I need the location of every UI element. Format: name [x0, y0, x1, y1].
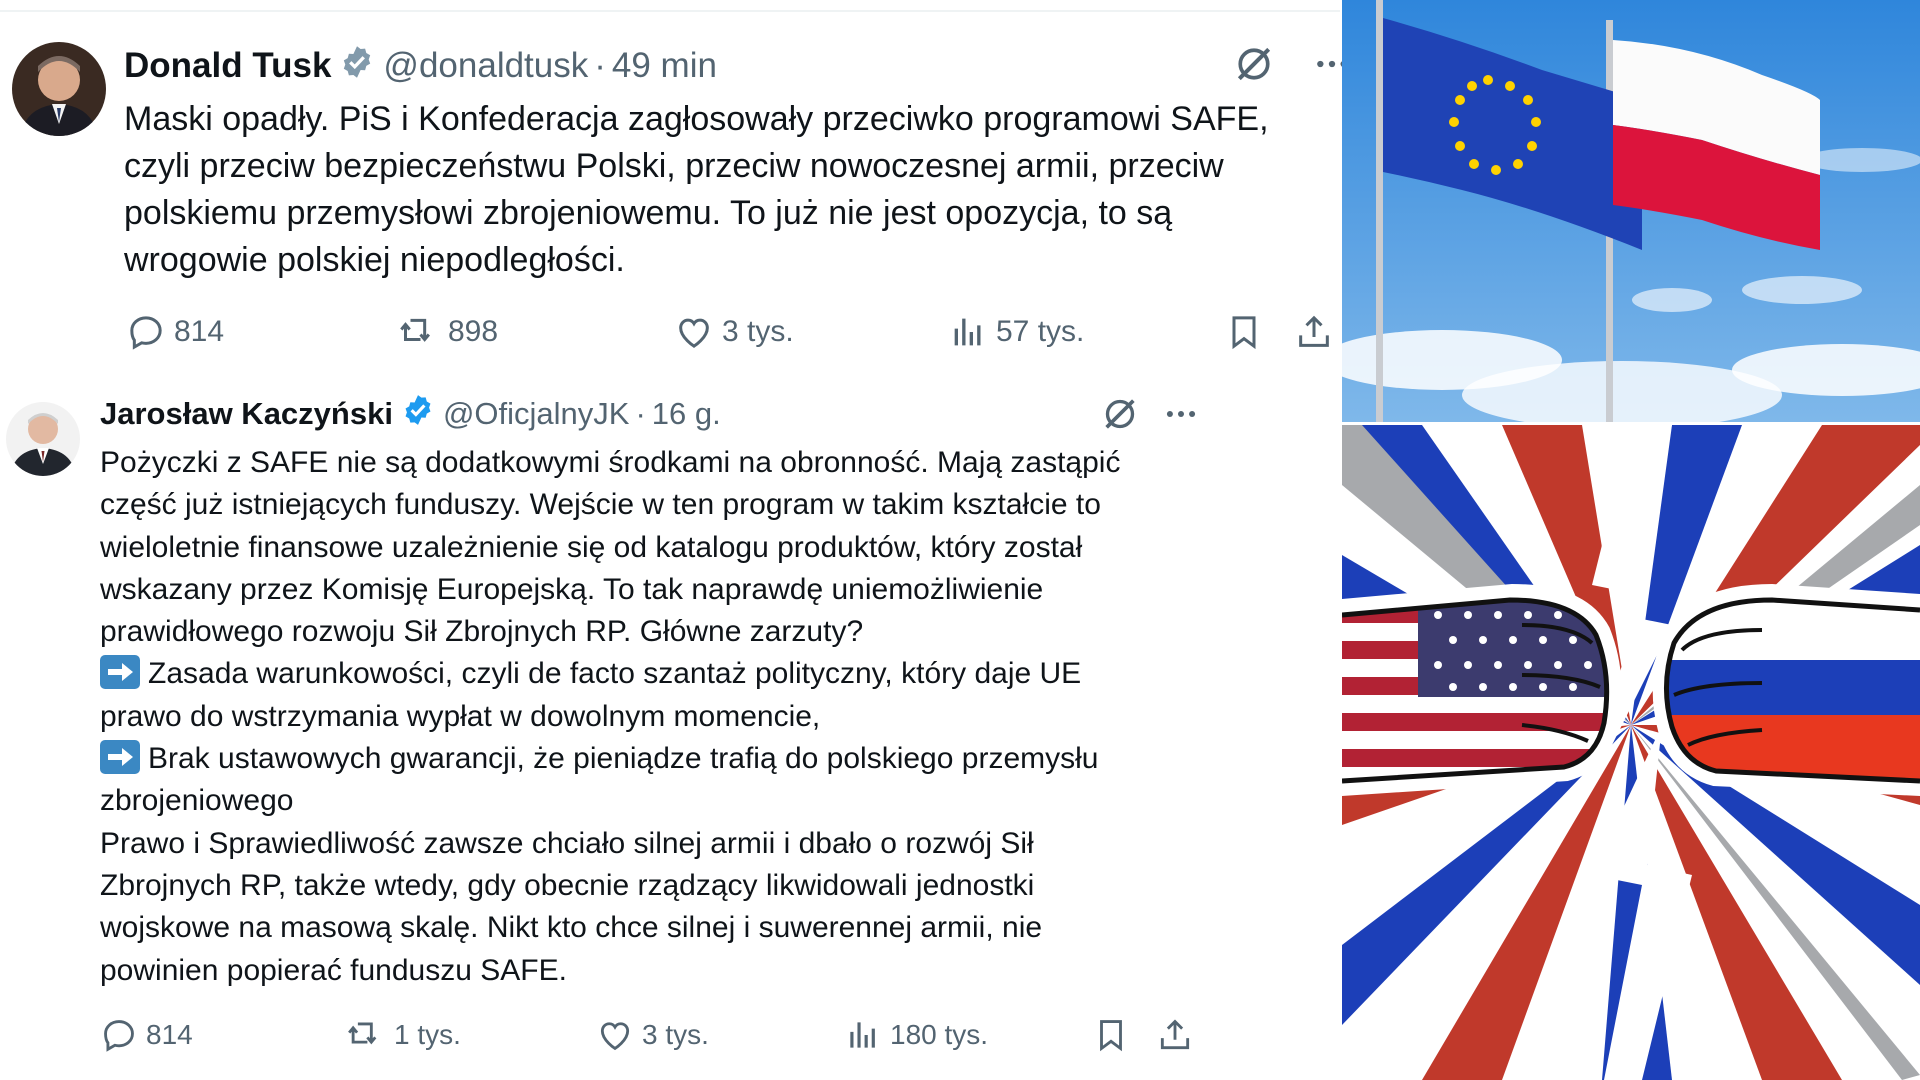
bookmark-button[interactable] — [1092, 1016, 1130, 1054]
like-icon — [679, 318, 709, 348]
grok-icon[interactable] — [1100, 394, 1140, 439]
tweet-time[interactable]: 16 g. — [652, 396, 721, 432]
more-icon[interactable] — [1162, 395, 1200, 438]
text-line: wojskowe na masową skalę. Nikt kto chce … — [100, 911, 1043, 945]
arrow-right-emoji — [100, 655, 140, 690]
repost-icon — [400, 318, 430, 342]
bookmark-icon — [1232, 316, 1256, 350]
arrow-right-emoji — [100, 740, 140, 775]
views-icon — [954, 318, 981, 346]
tweets-panel: Donald Tusk @donaldtusk · 49 min Maski o… — [0, 0, 1347, 1080]
like-count: 3 tys. — [642, 1019, 709, 1050]
bullet-text: Zasada warunkowości, czyli de facto szan… — [148, 657, 1082, 691]
tweet-text: Maski opadły. PiS i Konfederacja zagłoso… — [124, 100, 1269, 279]
reply-count: 814 — [174, 315, 225, 348]
tweet-header: Jarosław Kaczyński @OficjalnyJK · 16 g. — [100, 394, 721, 434]
reply-button[interactable]: 814 — [126, 312, 224, 352]
text-line: Zbrojnych RP, także wtedy, gdy obecnie r… — [100, 868, 1035, 902]
reply-icon — [104, 1020, 134, 1052]
text-line: wskazany przez Komisję Europejską. To ta… — [100, 572, 1044, 606]
like-count: 3 tys. — [722, 315, 794, 348]
bullet-text: Brak ustawowych gwarancji, że pieniądze … — [148, 742, 1099, 776]
repost-count: 1 tys. — [394, 1019, 461, 1050]
bullet-item: Zasada warunkowości, czyli de facto szan… — [100, 653, 1340, 695]
author-name[interactable]: Donald Tusk — [124, 46, 331, 86]
text-line: wieloletnie finansowe uzależnienie się o… — [100, 530, 1083, 564]
share-button[interactable] — [1294, 312, 1334, 352]
share-button[interactable] — [1156, 1016, 1194, 1054]
like-button[interactable]: 3 tys. — [674, 312, 794, 352]
text-line: Prawo i Sprawiedliwość zawsze chciało si… — [100, 826, 1034, 860]
share-icon — [1299, 315, 1329, 347]
text-line: zbrojeniowego — [100, 784, 294, 818]
views-count: 180 tys. — [890, 1019, 989, 1050]
reply-button[interactable]: 814 — [100, 1016, 193, 1054]
author-handle[interactable]: @donaldtusk — [383, 46, 588, 86]
text-line: Pożyczki z SAFE nie są dodatkowymi środk… — [100, 446, 1121, 479]
repost-button[interactable]: 898 — [396, 312, 498, 352]
text-line: prawidłowego rozwoju Sił Zbrojnych RP. G… — [100, 615, 864, 649]
author-handle[interactable]: @OficjalnyJK — [443, 396, 630, 432]
text-line: część już istniejących funduszy. Wejście… — [100, 488, 1101, 522]
share-icon — [1160, 1019, 1190, 1050]
text-line: powinien popierać funduszu SAFE. — [100, 953, 567, 987]
tweet-text: Pożyczki z SAFE nie są dodatkowymi środk… — [100, 442, 1340, 992]
usa-russia-fists-image — [1342, 425, 1920, 1080]
eu-poland-flags-image — [1342, 0, 1920, 422]
tweet-tools — [1100, 394, 1200, 439]
avatar[interactable] — [12, 42, 106, 136]
grok-icon[interactable] — [1232, 42, 1276, 91]
views-button[interactable]: 57 tys. — [948, 312, 1084, 352]
reply-icon — [130, 316, 162, 350]
tweet-kaczynski[interactable]: Jarosław Kaczyński @OficjalnyJK · 16 g. … — [0, 380, 1340, 1080]
tweet-time[interactable]: 49 min — [612, 46, 717, 86]
avatar[interactable] — [6, 402, 80, 476]
author-name[interactable]: Jarosław Kaczyński — [100, 396, 393, 432]
reply-count: 814 — [146, 1019, 193, 1050]
separator: · — [635, 396, 646, 431]
repost-count: 898 — [448, 315, 499, 348]
verified-badge-icon — [339, 44, 375, 89]
tweet-header: Donald Tusk @donaldtusk · 49 min — [124, 44, 717, 88]
tweet-tusk[interactable]: Donald Tusk @donaldtusk · 49 min Maski o… — [0, 0, 1347, 380]
images-panel — [1342, 0, 1920, 1080]
bookmark-button[interactable] — [1224, 312, 1264, 352]
views-icon — [850, 1022, 875, 1048]
views-count: 57 tys. — [996, 315, 1085, 348]
like-button[interactable]: 3 tys. — [596, 1016, 709, 1054]
text-line: prawo do wstrzymania wypłat w dowolnym m… — [100, 699, 821, 733]
views-button[interactable]: 180 tys. — [844, 1016, 988, 1054]
separator: · — [594, 46, 606, 85]
tweet-tools — [1232, 42, 1352, 91]
tweet-actions: 814 898 3 tys. 57 tys. — [0, 312, 1340, 352]
tweet-actions: 814 1 tys. 3 tys. 180 tys. — [0, 1016, 1340, 1056]
verified-badge-icon — [401, 393, 435, 435]
repost-icon — [348, 1022, 377, 1045]
like-icon — [600, 1022, 630, 1051]
repost-button[interactable]: 1 tys. — [344, 1016, 461, 1054]
bookmark-icon — [1100, 1020, 1122, 1052]
bullet-item: Brak ustawowych gwarancji, że pieniądze … — [100, 738, 1340, 780]
